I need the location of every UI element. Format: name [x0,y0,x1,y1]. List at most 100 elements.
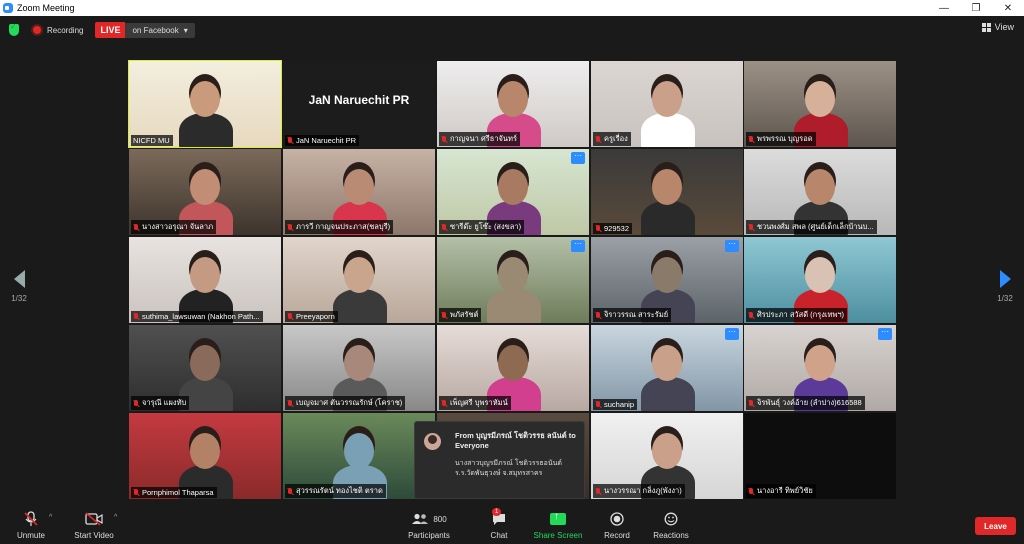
participant-tile[interactable]: Pornphimol Thaparsa [129,413,281,499]
participant-tile[interactable]: ครูเรื่อง [591,61,743,147]
close-icon[interactable]: ✕ [992,3,1024,14]
reactions-button[interactable]: Reactions [651,510,691,540]
participant-head-shape [805,257,835,293]
participant-tile[interactable]: Preeyaporn [283,237,435,323]
leave-button[interactable]: Leave [975,517,1016,535]
participant-name: นางวรรณา กลิ่งภู(พังงา) [604,486,682,495]
arrow-right-icon[interactable] [999,270,1011,288]
participant-name: พภัสรัชต์ [450,310,479,319]
participant-head-shape [344,257,374,293]
participant-body-shape [333,289,387,323]
participant-name-tag: นางสาวอรุณา จันลาภ [131,220,217,234]
participants-icon: 800 [404,510,454,528]
chat-button[interactable]: 1 Chat [484,508,514,540]
more-options-icon[interactable]: ··· [725,240,739,252]
mic-muted-icon [287,223,293,231]
participant-tile[interactable]: นางอารี ทิพย์วิชัย [744,413,896,499]
next-page[interactable]: 1/32 [995,270,1015,303]
recording-label[interactable]: Recording [47,26,83,35]
participant-name: JaN Naruechit PR [296,136,357,145]
participant-tile[interactable]: suthima_lawsuwan (Nakhon Path... [129,237,281,323]
participant-head-shape [344,169,374,205]
participant-name: Pornphimol Thaparsa [142,488,214,497]
participant-tile[interactable]: จารุณี แผงทับ [129,325,281,411]
live-destination-dropdown[interactable]: on Facebook ▾ [125,22,195,38]
participant-head-shape [498,257,528,293]
participant-body-shape [487,289,541,323]
participant-name-tag: พภัสรัชต์ [439,308,482,322]
participants-label: Participants [408,531,450,540]
record-icon [602,510,632,528]
participant-name: ครูเรื่อง [604,134,628,143]
participant-name-tag: จารุณี แผงทับ [131,396,190,410]
more-options-icon[interactable]: ··· [571,240,585,252]
participant-tile[interactable]: พภัสรัชต์ ··· [437,237,589,323]
mic-muted-icon [748,311,754,319]
chat-message: นางสาวบุญรมีภรณ์ โชติวรรธอนันต์ ร.ร.วัดพ… [455,460,562,477]
participant-name: จิรพันธุ์ วงค์อ้าย (ลำปาง)616588 [757,398,862,407]
participant-body-shape [179,113,233,147]
view-button[interactable]: View [981,22,1014,32]
participant-head-shape [344,345,374,381]
participant-head-shape [190,169,220,205]
participant-head-shape [190,81,220,117]
participant-tile[interactable]: สุวรรณรัตน์ ทองไชติ ตราด [283,413,435,499]
restore-icon[interactable]: ❐ [960,3,992,14]
participant-tile[interactable]: เพ็ญศรี บุพราหัมน์ [437,325,589,411]
participant-tile[interactable]: นางวรรณา กลิ่งภู(พังงา) [591,413,743,499]
participant-name-tag: ชวนพงศ์ม สพล (ศูนย์เด็กเล็กบ้านบ... [746,220,877,234]
participant-tile[interactable]: นางสาวอรุณา จันลาภ [129,149,281,235]
participant-tile[interactable]: พรพรรณ บุญรอด [744,61,896,147]
participant-name: กาญจนา ศรีธาจันทร์ [450,134,518,143]
participant-tile[interactable]: JaN Naruechit PR JaN Naruechit PR [283,61,435,147]
mic-muted-icon [748,223,754,231]
participant-head-shape [498,81,528,117]
prev-page[interactable]: 1/32 [9,270,29,303]
participant-tile[interactable]: ซารีด๊ะ ยูโซ๊ะ (สงขลา) ··· [437,149,589,235]
participant-head-shape [190,345,220,381]
reactions-icon [651,510,691,528]
security-shield-icon[interactable] [9,22,19,36]
participant-tile[interactable]: 929532 [591,149,743,235]
participant-tile[interactable]: ชวนพงศ์ม สพล (ศูนย์เด็กเล็กบ้านบ... [744,149,896,235]
chat-notification-popup[interactable]: From บุญรมีภรณ์ โชติวรรธ ลนันต์ to Every… [414,421,585,499]
participant-name: ซารีด๊ะ ยูโซ๊ะ (สงขลา) [450,222,522,231]
participant-tile[interactable]: suchanip ··· [591,325,743,411]
arrow-left-icon[interactable] [13,270,25,288]
more-options-icon[interactable]: ··· [878,328,892,340]
participant-tile[interactable]: NICFD MU [128,60,282,148]
participant-tile[interactable]: จิราวรรณ สาระรัมย์ ··· [591,237,743,323]
participants-button[interactable]: 800 Participants [404,510,454,540]
share-screen-button[interactable]: Share Screen [530,510,586,540]
participant-tile[interactable]: ภารวี กาญจนประภาส(ชลบุรี) [283,149,435,235]
caret-down-icon: ▾ [183,25,188,35]
mic-muted-icon [595,311,601,319]
participant-tile[interactable]: เบญจมาศ ตันวรรณรักษ์ (โคราช) [283,325,435,411]
start-video-label: Start Video [74,531,114,540]
record-button[interactable]: Record [602,510,632,540]
participant-name: จารุณี แผงทับ [142,398,187,407]
video-options-caret-icon[interactable]: ^ [114,514,117,521]
start-video-button[interactable]: Start Video [70,510,118,540]
unmute-button[interactable]: Unmute [14,510,48,540]
participant-name: เบญจมาศ ตันวรรณรักษ์ (โคราช) [296,398,403,407]
participant-name: สุวรรณรัตน์ ทองไชติ ตราด [296,486,383,495]
minimize-icon[interactable]: — [928,3,960,14]
more-options-icon[interactable]: ··· [571,152,585,164]
participant-name-tag: ภารวี กาญจนประภาส(ชลบุรี) [285,220,394,234]
more-options-icon[interactable]: ··· [725,328,739,340]
participant-name-tag: Pornphimol Thaparsa [131,487,217,498]
participant-tile[interactable]: กาญจนา ศรีธาจันทร์ [437,61,589,147]
participant-name-tag: สุวรรณรัตน์ ทองไชติ ตราด [285,484,386,498]
reactions-label: Reactions [653,531,689,540]
participant-name: นางอารี ทิพย์วิชัย [757,486,813,495]
participant-tile[interactable]: ศิรประภา สวัสดี (กรุงเทพฯ) [744,237,896,323]
participant-name: suthima_lawsuwan (Nakhon Path... [142,312,260,321]
participant-tile[interactable]: จิรพันธุ์ วงค์อ้าย (ลำปาง)616588 ··· [744,325,896,411]
participant-name: ชวนพงศ์ม สพล (ศูนย์เด็กเล็กบ้านบ... [757,222,874,231]
participant-name-tag: พรพรรณ บุญรอด [746,132,816,146]
audio-options-caret-icon[interactable]: ^ [49,514,52,521]
mic-muted-icon [287,137,293,144]
participant-name-tag: จิราวรรณ สาระรัมย์ [593,308,672,322]
participant-head-shape [652,81,682,117]
